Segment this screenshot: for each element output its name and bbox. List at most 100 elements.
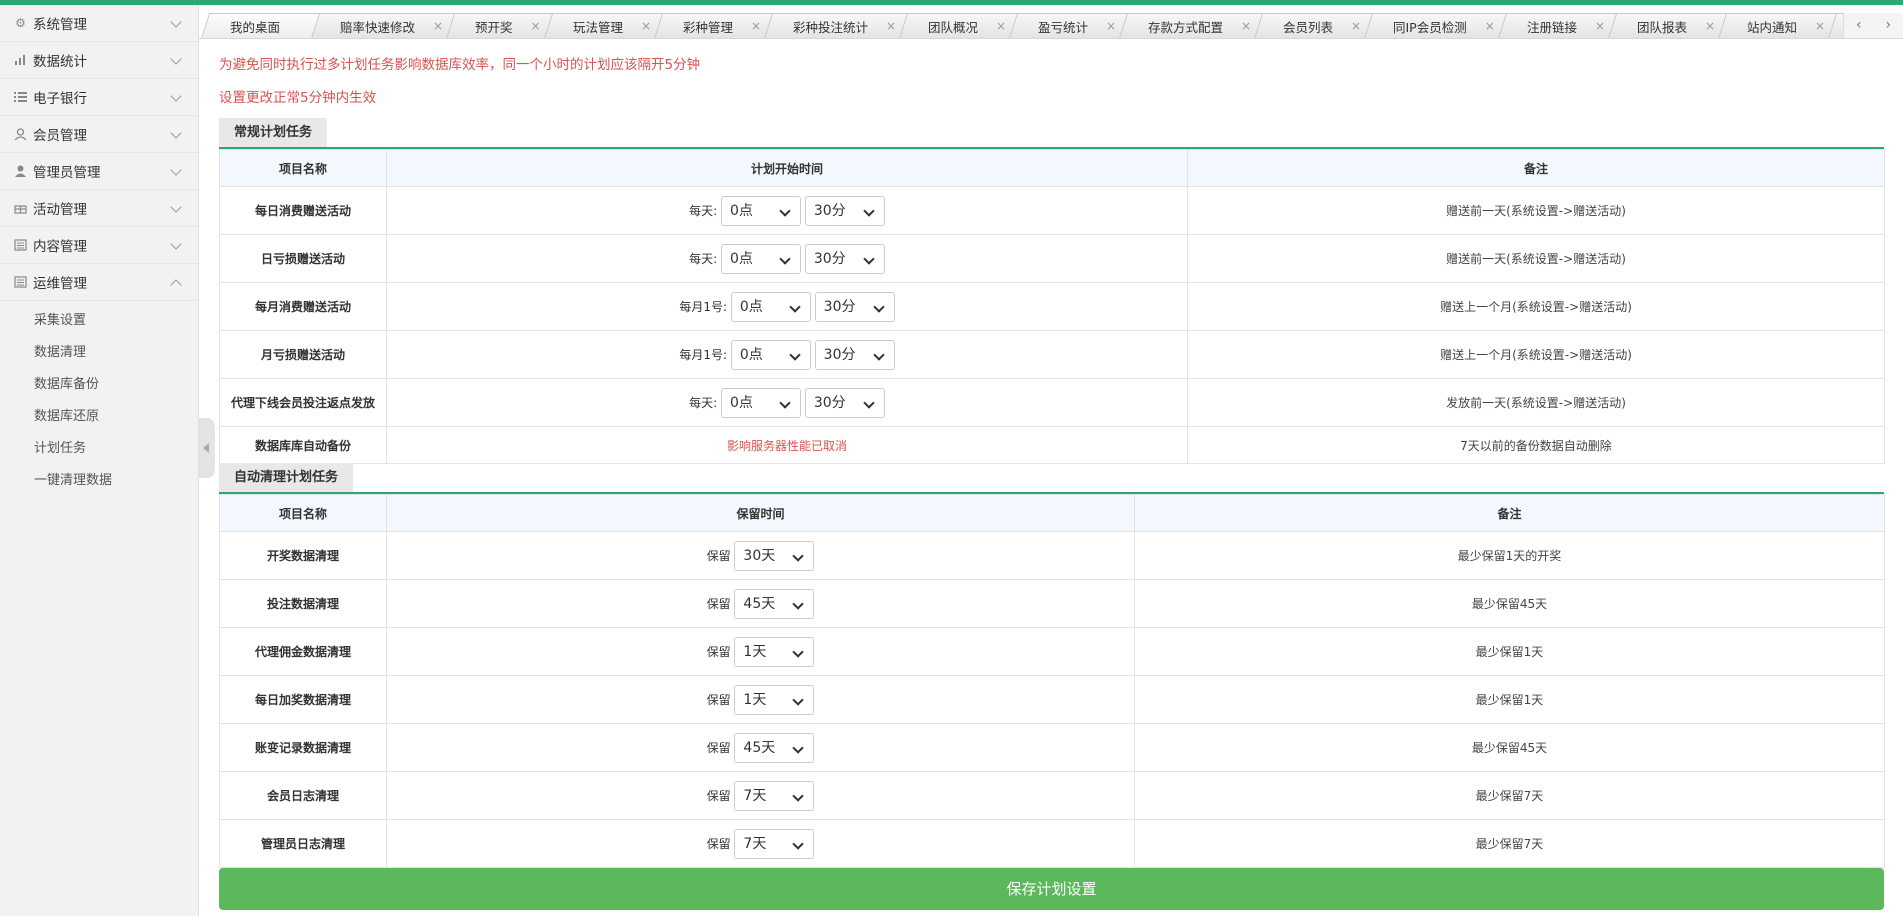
retention-select[interactable]: 45天	[734, 732, 815, 763]
sidebar-item-admins[interactable]: 管理员管理	[0, 153, 198, 190]
task-name: 每日消费赠送活动	[219, 186, 387, 235]
sidebar-item-content[interactable]: 内容管理	[0, 227, 198, 264]
hour-select[interactable]: 0点	[721, 387, 802, 418]
hour-select[interactable]: 0点	[721, 243, 802, 274]
hour-select[interactable]: 0点	[730, 291, 811, 322]
close-icon[interactable]: ×	[1351, 19, 1361, 33]
retention-select[interactable]: 7天	[734, 828, 815, 859]
column-header: 备注	[1134, 494, 1885, 532]
sidebar-item-label: 电子银行	[33, 91, 87, 107]
section-title: 自动清理计划任务	[219, 463, 354, 492]
tab-member-list[interactable]: 会员列表 ×	[1253, 13, 1381, 38]
minute-select[interactable]: 30分	[814, 291, 895, 322]
tab-register-link[interactable]: 注册链接 ×	[1497, 13, 1625, 38]
minute-select[interactable]: 30分	[804, 387, 885, 418]
sidebar-item-label: 会员管理	[33, 128, 87, 144]
close-icon[interactable]: ×	[1485, 19, 1495, 33]
retention-prefix: 保留	[706, 549, 731, 563]
tab-play-management[interactable]: 玩法管理 ×	[543, 13, 671, 38]
server-icon	[14, 276, 27, 289]
section-title: 常规计划任务	[219, 118, 328, 147]
tab-pre-draw[interactable]: 预开奖 ×	[445, 13, 560, 38]
tab-profit-stats[interactable]: 盈亏统计 ×	[1008, 13, 1136, 38]
submenu-item-db-backup[interactable]: 数据库备份	[0, 369, 198, 401]
retention-select[interactable]: 7天	[734, 780, 815, 811]
tab-desktop[interactable]: 我的桌面×	[200, 13, 328, 38]
retention-cell: 保留 30天	[386, 531, 1135, 580]
close-icon[interactable]: ×	[1815, 19, 1825, 33]
sidebar-item-statistics[interactable]: 数据统计	[0, 42, 198, 79]
close-icon[interactable]: ×	[641, 19, 651, 33]
task-name: 会员日志清理	[219, 771, 387, 820]
close-icon[interactable]: ×	[886, 19, 896, 33]
retention-select[interactable]: 30天	[734, 540, 815, 571]
save-schedule-button[interactable]: 保存计划设置	[219, 868, 1884, 910]
chevron-down-icon	[170, 90, 182, 102]
tab-lottery-management[interactable]: 彩种管理 ×	[653, 13, 781, 38]
close-icon[interactable]: ×	[1595, 19, 1605, 33]
close-icon[interactable]: ×	[751, 19, 761, 33]
retention-cell: 保留 45天	[386, 579, 1135, 628]
close-icon[interactable]: ×	[1106, 19, 1116, 33]
tab-odds-edit[interactable]: 赔率快速修改 ×	[310, 13, 463, 38]
submenu-item-data-cleanup[interactable]: 数据清理	[0, 337, 198, 369]
users-icon	[14, 128, 27, 141]
submenu-item-one-click-cleanup[interactable]: 一键清理数据	[0, 465, 198, 497]
close-icon[interactable]: ×	[1705, 19, 1715, 33]
submenu-item-collect-settings[interactable]: 采集设置	[0, 305, 198, 337]
chevron-down-icon	[170, 16, 182, 28]
submenu-item-scheduled-tasks[interactable]: 计划任务	[0, 433, 198, 465]
table-row: 数据库库自动备份 影响服务器性能已取消 7天以前的备份数据自动删除	[219, 426, 1885, 464]
tab-label: 会员列表	[1283, 19, 1334, 35]
task-name: 日亏损赠送活动	[219, 234, 387, 283]
task-name: 代理下线会员投注返点发放	[219, 378, 387, 427]
task-note: 发放前一天(系统设置->赠送活动)	[1187, 378, 1885, 427]
hour-select[interactable]: 0点	[730, 339, 811, 370]
tab-prev-button[interactable]: ‹	[1844, 13, 1874, 38]
minute-select[interactable]: 30分	[804, 195, 885, 226]
tab-lottery-bet-stats[interactable]: 彩种投注统计 ×	[763, 13, 916, 38]
tab-team-report[interactable]: 团队报表 ×	[1607, 13, 1735, 38]
tab-label: 彩种投注统计	[792, 19, 868, 35]
task-name: 每月消费赠送活动	[219, 282, 387, 331]
submenu-item-db-restore[interactable]: 数据库还原	[0, 401, 198, 433]
sidebar-item-activities[interactable]: 活动管理	[0, 190, 198, 227]
sidebar-item-members[interactable]: 会员管理	[0, 116, 198, 153]
tab-deposit-config[interactable]: 存款方式配置 ×	[1118, 13, 1271, 38]
sidebar-collapse-handle[interactable]	[199, 418, 215, 478]
close-icon[interactable]: ×	[531, 19, 541, 33]
hour-select[interactable]: 0点	[721, 195, 802, 226]
retention-select[interactable]: 45天	[734, 588, 815, 619]
schedule-prefix: 每天:	[689, 252, 718, 266]
document-icon	[14, 239, 27, 252]
sidebar-item-ebank[interactable]: 电子银行	[0, 79, 198, 116]
retention-select[interactable]: 1天	[734, 636, 815, 667]
sidebar: ⚙ 系统管理 数据统计 电子银行 会员管理 管理员管理 活动管理 内容管理 运维…	[0, 5, 199, 916]
retention-select[interactable]: 1天	[734, 684, 815, 715]
task-note: 赠送上一个月(系统设置->赠送活动)	[1187, 330, 1885, 379]
sidebar-item-label: 内容管理	[33, 239, 87, 255]
table-header-row: 项目名称 保留时间 备注	[219, 494, 1885, 532]
tab-label: 站内通知	[1747, 19, 1798, 35]
close-icon[interactable]: ×	[433, 19, 443, 33]
retention-cell: 保留 45天	[386, 723, 1135, 772]
column-header: 项目名称	[219, 149, 387, 187]
chevron-down-icon	[170, 164, 182, 176]
regular-tasks-table: 项目名称 计划开始时间 备注 每日消费赠送活动 每天: 0点 30分 赠送前一天…	[219, 149, 1885, 464]
sidebar-item-operations[interactable]: 运维管理	[0, 264, 198, 301]
close-icon[interactable]: ×	[1241, 19, 1251, 33]
tab-same-ip-check[interactable]: 同IP会员检测 ×	[1364, 13, 1515, 38]
sidebar-item-system[interactable]: ⚙ 系统管理	[0, 5, 198, 42]
section-header-regular: 常规计划任务	[219, 118, 1884, 149]
chart-icon	[14, 54, 27, 67]
table-row: 月亏损赠送活动 每月1号: 0点 30分 赠送上一个月(系统设置->赠送活动)	[219, 330, 1885, 379]
task-name: 管理员日志清理	[219, 819, 387, 868]
retention-prefix: 保留	[706, 645, 731, 659]
tab-team-overview[interactable]: 团队概况 ×	[898, 13, 1026, 38]
tab-next-button[interactable]: ›	[1874, 13, 1903, 38]
minute-select[interactable]: 30分	[804, 243, 885, 274]
table-header-row: 项目名称 计划开始时间 备注	[219, 149, 1885, 187]
tab-site-notice[interactable]: 站内通知 ×	[1718, 13, 1845, 38]
minute-select[interactable]: 30分	[814, 339, 895, 370]
close-icon[interactable]: ×	[996, 19, 1006, 33]
